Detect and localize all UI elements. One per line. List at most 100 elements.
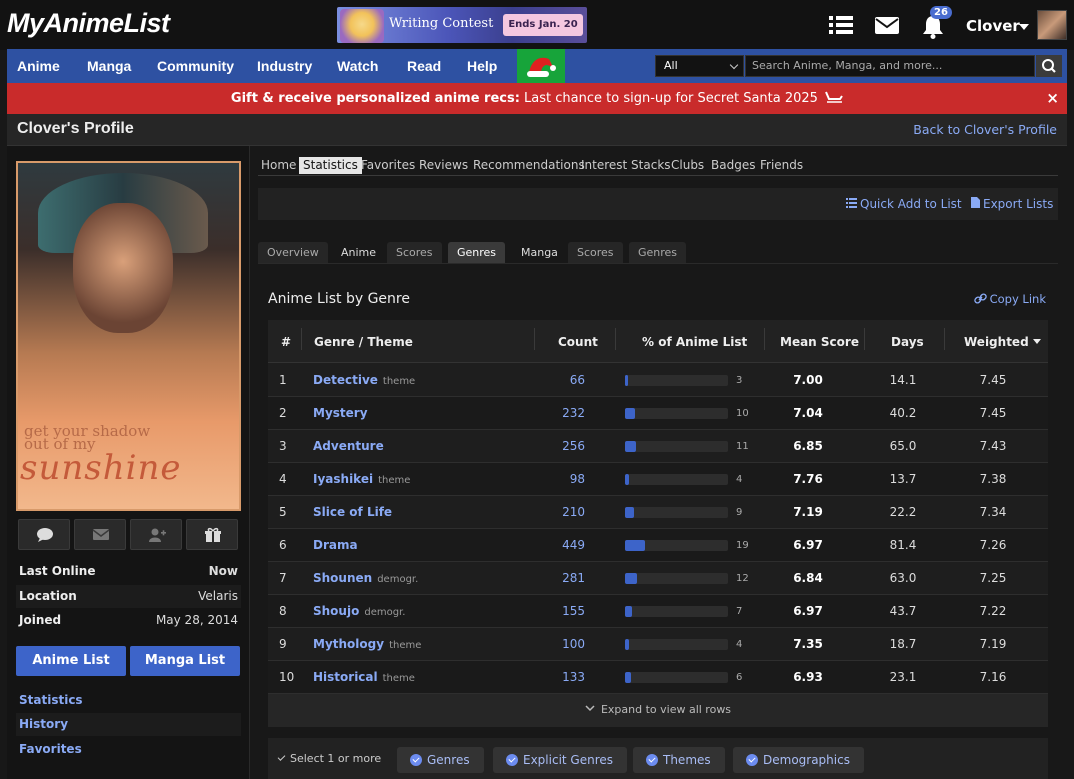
genre-link[interactable]: Iyashikei theme bbox=[313, 472, 410, 486]
nav-anime[interactable]: Anime bbox=[17, 49, 60, 83]
export-lists-button[interactable]: Export Lists bbox=[971, 197, 1053, 211]
genre-count-link[interactable]: 210 bbox=[525, 505, 585, 519]
stat-tab-manga-genres[interactable]: Genres bbox=[629, 242, 687, 263]
filter-genres-toggle[interactable]: Genres bbox=[397, 747, 484, 773]
days-value: 65.0 bbox=[889, 439, 917, 453]
header-genre[interactable]: Genre / Theme bbox=[314, 335, 413, 349]
user-menu-name[interactable]: Clover bbox=[966, 17, 1020, 35]
genre-count-link[interactable]: 281 bbox=[525, 571, 585, 585]
stat-tab-anime-scores[interactable]: Scores bbox=[387, 242, 442, 263]
sidebar-link-history[interactable]: History bbox=[16, 713, 241, 736]
percent-bar-fill bbox=[625, 540, 645, 551]
banner-character-art bbox=[340, 9, 384, 43]
tab-statistics[interactable]: Statistics bbox=[299, 157, 362, 174]
site-logo[interactable]: MyAnimeList bbox=[7, 8, 170, 39]
filter-themes-toggle[interactable]: Themes bbox=[633, 747, 725, 773]
anime-list-button[interactable]: Anime List bbox=[16, 646, 126, 676]
avatar[interactable] bbox=[1037, 10, 1067, 40]
genre-link[interactable]: Shoujo demogr. bbox=[313, 604, 405, 618]
row-rank: 9 bbox=[279, 637, 287, 651]
genre-count-link[interactable]: 449 bbox=[525, 538, 585, 552]
genre-count-link[interactable]: 155 bbox=[525, 604, 585, 618]
tab-clubs[interactable]: Clubs bbox=[671, 157, 704, 174]
genre-link[interactable]: Historical theme bbox=[313, 670, 415, 684]
genre-link[interactable]: Shounen demogr. bbox=[313, 571, 418, 585]
tab-home[interactable]: Home bbox=[261, 157, 296, 174]
nav-help[interactable]: Help bbox=[467, 49, 497, 83]
tab-interest-stacks[interactable]: Interest Stacks bbox=[581, 157, 671, 174]
stat-tab-manga[interactable]: Manga bbox=[512, 242, 567, 263]
messages-icon[interactable] bbox=[874, 12, 900, 38]
send-message-button[interactable] bbox=[74, 519, 126, 550]
percent-value: 11 bbox=[736, 441, 749, 452]
header-mean-score[interactable]: Mean Score bbox=[780, 335, 859, 349]
genre-count-link[interactable]: 256 bbox=[525, 439, 585, 453]
sidebar-link-statistics[interactable]: Statistics bbox=[16, 689, 241, 712]
comment-button[interactable] bbox=[18, 519, 70, 550]
genre-count-link[interactable]: 98 bbox=[525, 472, 585, 486]
nav-industry[interactable]: Industry bbox=[257, 49, 312, 83]
percent-value: 3 bbox=[736, 375, 743, 386]
quick-add-label: Quick Add to List bbox=[860, 197, 962, 211]
tab-badges[interactable]: Badges bbox=[711, 157, 755, 174]
filter-demographics-toggle[interactable]: Demographics bbox=[733, 747, 864, 773]
stat-tab-overview[interactable]: Overview bbox=[258, 242, 328, 263]
genre-count-link[interactable]: 100 bbox=[525, 637, 585, 651]
genre-tag: theme bbox=[382, 376, 416, 387]
header-percent[interactable]: % of Anime List bbox=[642, 335, 747, 349]
genre-filter-bar: Select 1 or more Genres Explicit Genres … bbox=[268, 738, 1048, 779]
search-input[interactable]: Search Anime, Manga, and more... bbox=[745, 55, 1035, 77]
search-category-value: All bbox=[664, 59, 678, 72]
checked-circle-icon bbox=[646, 754, 658, 766]
manga-list-button[interactable]: Manga List bbox=[130, 646, 240, 676]
tab-favorites[interactable]: Favorites bbox=[361, 157, 415, 174]
header-rank[interactable]: # bbox=[281, 335, 291, 349]
tab-friends[interactable]: Friends bbox=[760, 157, 803, 174]
genre-link[interactable]: Mythology theme bbox=[313, 637, 421, 651]
genre-link[interactable]: Drama bbox=[313, 538, 363, 552]
stat-tab-anime[interactable]: Anime bbox=[332, 242, 385, 263]
header-weighted-label: Weighted bbox=[964, 335, 1029, 349]
days-value: 13.7 bbox=[889, 472, 917, 486]
add-friend-button[interactable] bbox=[130, 519, 182, 550]
santa-hat-icon[interactable] bbox=[517, 49, 565, 83]
copy-link-button[interactable]: Copy Link bbox=[973, 292, 1046, 306]
back-to-profile-link[interactable]: Back to Clover's Profile bbox=[913, 122, 1057, 137]
tab-reviews[interactable]: Reviews bbox=[419, 157, 468, 174]
genre-link[interactable]: Slice of Life bbox=[313, 505, 397, 519]
gift-button[interactable] bbox=[186, 519, 238, 550]
writing-contest-banner[interactable]: Writing Contest Ends Jan. 20 bbox=[337, 7, 587, 43]
genre-count-link[interactable]: 133 bbox=[525, 670, 585, 684]
nav-read[interactable]: Read bbox=[407, 49, 441, 83]
stat-tab-anime-genres[interactable]: Genres bbox=[448, 242, 506, 263]
close-promo-button[interactable]: × bbox=[1046, 83, 1059, 114]
info-value: May 28, 2014 bbox=[155, 613, 238, 627]
filter-explicit-genres-toggle[interactable]: Explicit Genres bbox=[493, 747, 628, 773]
tab-recommendations[interactable]: Recommendations bbox=[473, 157, 585, 174]
search-button[interactable] bbox=[1036, 55, 1062, 77]
search-category-select[interactable]: All bbox=[655, 55, 744, 77]
expand-rows-button[interactable]: Expand to view all rows bbox=[268, 694, 1048, 727]
genre-tag: theme bbox=[389, 640, 422, 651]
nav-community[interactable]: Community bbox=[157, 49, 234, 83]
nav-manga[interactable]: Manga bbox=[87, 49, 131, 83]
list-menu-icon[interactable] bbox=[828, 12, 854, 38]
promo-banner[interactable]: Gift & receive personalized anime recs: … bbox=[7, 83, 1067, 114]
caret-down-icon[interactable] bbox=[1019, 24, 1029, 30]
header-days[interactable]: Days bbox=[891, 335, 924, 349]
header-count[interactable]: Count bbox=[558, 335, 598, 349]
genre-link[interactable]: Adventure bbox=[313, 439, 389, 453]
sidebar-link-favorites[interactable]: Favorites bbox=[16, 738, 241, 761]
quick-add-button[interactable]: Quick Add to List bbox=[846, 197, 962, 211]
nav-watch[interactable]: Watch bbox=[337, 49, 378, 83]
genre-link[interactable]: Mystery bbox=[313, 406, 373, 420]
stat-tab-manga-scores[interactable]: Scores bbox=[568, 242, 623, 263]
genre-count-link[interactable]: 66 bbox=[525, 373, 585, 387]
header-weighted[interactable]: Weighted bbox=[964, 335, 1041, 349]
row-rank: 8 bbox=[279, 604, 287, 618]
genre-link[interactable]: Detective theme bbox=[313, 373, 415, 387]
percent-bar-fill bbox=[625, 441, 636, 452]
column-divider bbox=[301, 328, 302, 350]
days-value: 40.2 bbox=[889, 406, 917, 420]
genre-count-link[interactable]: 232 bbox=[525, 406, 585, 420]
